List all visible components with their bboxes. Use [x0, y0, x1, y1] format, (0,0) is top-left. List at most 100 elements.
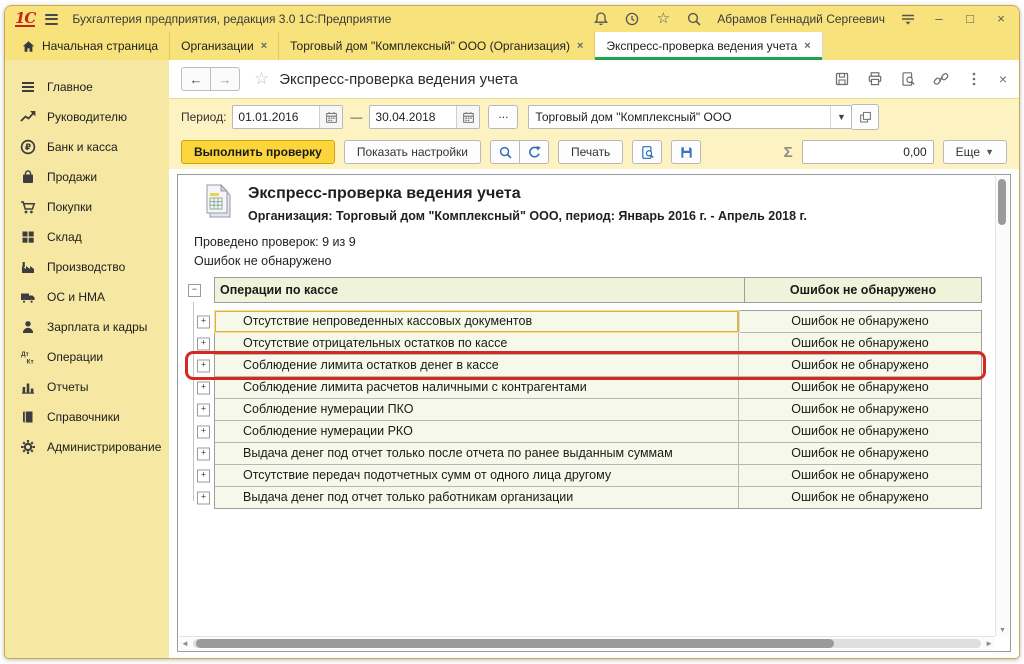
sidebar-item-chart[interactable]: Отчеты: [5, 372, 169, 402]
print-icon[interactable]: [867, 71, 883, 87]
table-row[interactable]: Отсутствие передач подотчетных сумм от о…: [215, 465, 981, 487]
expand-row-icon[interactable]: [197, 491, 210, 504]
check-result-cell[interactable]: Ошибок не обнаружено: [739, 377, 981, 398]
tab[interactable]: Торговый дом "Комплексный" ООО (Организа…: [279, 32, 595, 60]
check-name-cell[interactable]: Отсутствие отрицательных остатков по кас…: [215, 333, 739, 354]
notifications-bell-icon[interactable]: [593, 11, 609, 27]
check-name-cell[interactable]: Соблюдение лимита расчетов наличными с к…: [215, 377, 739, 398]
check-result-cell[interactable]: Ошибок не обнаружено: [739, 399, 981, 420]
add-favorite-star-icon[interactable]: ☆: [254, 69, 269, 89]
main-menu-icon[interactable]: [45, 14, 58, 25]
check-result-cell[interactable]: Ошибок не обнаружено: [739, 421, 981, 442]
sidebar-item-sales[interactable]: Продажи: [5, 162, 169, 192]
refresh-button[interactable]: [519, 140, 549, 164]
sidebar-item-truck[interactable]: ОС и НМА: [5, 282, 169, 312]
horizontal-scroll-thumb[interactable]: [196, 639, 834, 648]
sidebar-item-gear[interactable]: Администрирование: [5, 432, 169, 462]
collapse-group-icon[interactable]: [188, 284, 201, 297]
tab-close-icon[interactable]: ×: [261, 40, 267, 52]
tab[interactable]: Экспресс-проверка ведения учета ×: [595, 32, 822, 60]
sidebar-item-trend[interactable]: Руководителю: [5, 102, 169, 132]
table-row[interactable]: Выдача денег под отчет только работникам…: [215, 487, 981, 508]
expand-row-icon[interactable]: [197, 447, 210, 460]
expand-row-icon[interactable]: [197, 425, 210, 438]
forward-button[interactable]: →: [210, 67, 240, 91]
organization-open-icon[interactable]: [852, 104, 879, 130]
sum-field[interactable]: [802, 140, 934, 164]
check-name-cell[interactable]: Соблюдение нумерации ПКО: [215, 399, 739, 420]
table-row[interactable]: Соблюдение лимита расчетов наличными с к…: [215, 377, 981, 399]
sidebar-item-book[interactable]: Справочники: [5, 402, 169, 432]
expand-row-icon[interactable]: [197, 315, 210, 328]
table-row[interactable]: Выдача денег под отчет только после отче…: [215, 443, 981, 465]
favorites-star-icon[interactable]: ☆: [655, 11, 671, 27]
link-icon[interactable]: [933, 71, 949, 87]
tab[interactable]: Начальная страница ×: [11, 32, 170, 60]
date-from-input[interactable]: [233, 110, 319, 124]
check-result-cell[interactable]: Ошибок не обнаружено: [739, 487, 981, 508]
minimize-icon[interactable]: –: [931, 11, 947, 27]
save-report-button[interactable]: [671, 140, 701, 164]
preview-icon[interactable]: [900, 71, 916, 87]
expand-row-icon[interactable]: [197, 469, 210, 482]
global-search-icon[interactable]: [686, 11, 702, 27]
table-row[interactable]: Соблюдение нумерации РКО Ошибок не обнар…: [215, 421, 981, 443]
vertical-scroll-thumb[interactable]: [998, 179, 1006, 225]
tab-close-icon[interactable]: ×: [804, 40, 810, 52]
close-form-icon[interactable]: ×: [999, 71, 1007, 87]
check-result-cell[interactable]: Ошибок не обнаружено: [739, 355, 981, 376]
check-result-cell[interactable]: Ошибок не обнаружено: [739, 443, 981, 464]
check-result-cell[interactable]: Ошибок не обнаружено: [739, 465, 981, 486]
close-window-icon[interactable]: ×: [993, 11, 1009, 27]
tab-close-icon[interactable]: ×: [577, 40, 583, 52]
more-button[interactable]: Еще ▼: [943, 140, 1007, 164]
table-row[interactable]: Соблюдение нумерации ПКО Ошибок не обнар…: [215, 399, 981, 421]
organization-dropdown-icon[interactable]: ▼: [830, 106, 851, 128]
expand-row-icon[interactable]: [197, 337, 210, 350]
sidebar-item-person[interactable]: Зарплата и кадры: [5, 312, 169, 342]
service-menu-icon[interactable]: [900, 11, 916, 27]
more-menu-kebab-icon[interactable]: [966, 71, 982, 87]
date-to-input[interactable]: [370, 110, 456, 124]
current-user[interactable]: Абрамов Геннадий Сергеевич: [717, 12, 885, 26]
table-row[interactable]: Отсутствие непроведенных кассовых докуме…: [215, 311, 981, 333]
organization-field[interactable]: Торговый дом "Комплексный" ООО ▼: [528, 105, 852, 129]
show-settings-button[interactable]: Показать настройки: [344, 140, 481, 164]
check-name-cell[interactable]: Выдача денег под отчет только после отче…: [215, 443, 739, 464]
expand-row-icon[interactable]: [197, 359, 210, 372]
sidebar-item-menu[interactable]: Главное: [5, 72, 169, 102]
table-row[interactable]: Соблюдение лимита остатков денег в кассе…: [215, 355, 981, 377]
run-check-button[interactable]: Выполнить проверку: [181, 140, 335, 164]
table-row[interactable]: Отсутствие отрицательных остатков по кас…: [215, 333, 981, 355]
check-result-cell[interactable]: Ошибок не обнаружено: [739, 311, 981, 332]
scroll-left-arrow-icon[interactable]: ◄: [181, 639, 189, 648]
tab[interactable]: Организации ×: [170, 32, 279, 60]
calendar-icon[interactable]: [456, 106, 479, 128]
preview-button[interactable]: [632, 140, 662, 164]
save-icon[interactable]: [834, 71, 850, 87]
history-icon[interactable]: [624, 11, 640, 27]
check-name-cell[interactable]: Выдача денег под отчет только работникам…: [215, 487, 739, 508]
period-choose-button[interactable]: ...: [488, 105, 518, 129]
sidebar-item-dtkt[interactable]: Операции: [5, 342, 169, 372]
print-button[interactable]: Печать: [558, 140, 623, 164]
sidebar-item-cart[interactable]: Покупки: [5, 192, 169, 222]
check-name-cell[interactable]: Соблюдение нумерации РКО: [215, 421, 739, 442]
sidebar-item-bank[interactable]: Банк и касса: [5, 132, 169, 162]
sidebar-item-factory[interactable]: Производство: [5, 252, 169, 282]
maximize-icon[interactable]: □: [962, 11, 978, 27]
horizontal-scrollbar[interactable]: ◄ ►: [179, 636, 995, 650]
expand-row-icon[interactable]: [197, 403, 210, 416]
check-name-cell[interactable]: Отсутствие непроведенных кассовых докуме…: [215, 311, 739, 332]
sidebar-item-grid[interactable]: Склад: [5, 222, 169, 252]
vertical-scrollbar[interactable]: ▼: [995, 176, 1009, 636]
check-name-cell[interactable]: Отсутствие передач подотчетных сумм от о…: [215, 465, 739, 486]
table-header-name[interactable]: Операции по кассе: [215, 278, 745, 302]
back-button[interactable]: ←: [181, 67, 211, 91]
check-result-cell[interactable]: Ошибок не обнаружено: [739, 333, 981, 354]
expand-row-icon[interactable]: [197, 381, 210, 394]
scroll-right-arrow-icon[interactable]: ►: [985, 639, 993, 648]
scroll-down-arrow-icon[interactable]: ▼: [996, 627, 1009, 634]
check-name-cell[interactable]: Соблюдение лимита остатков денег в кассе: [215, 355, 739, 376]
find-button[interactable]: [490, 140, 520, 164]
